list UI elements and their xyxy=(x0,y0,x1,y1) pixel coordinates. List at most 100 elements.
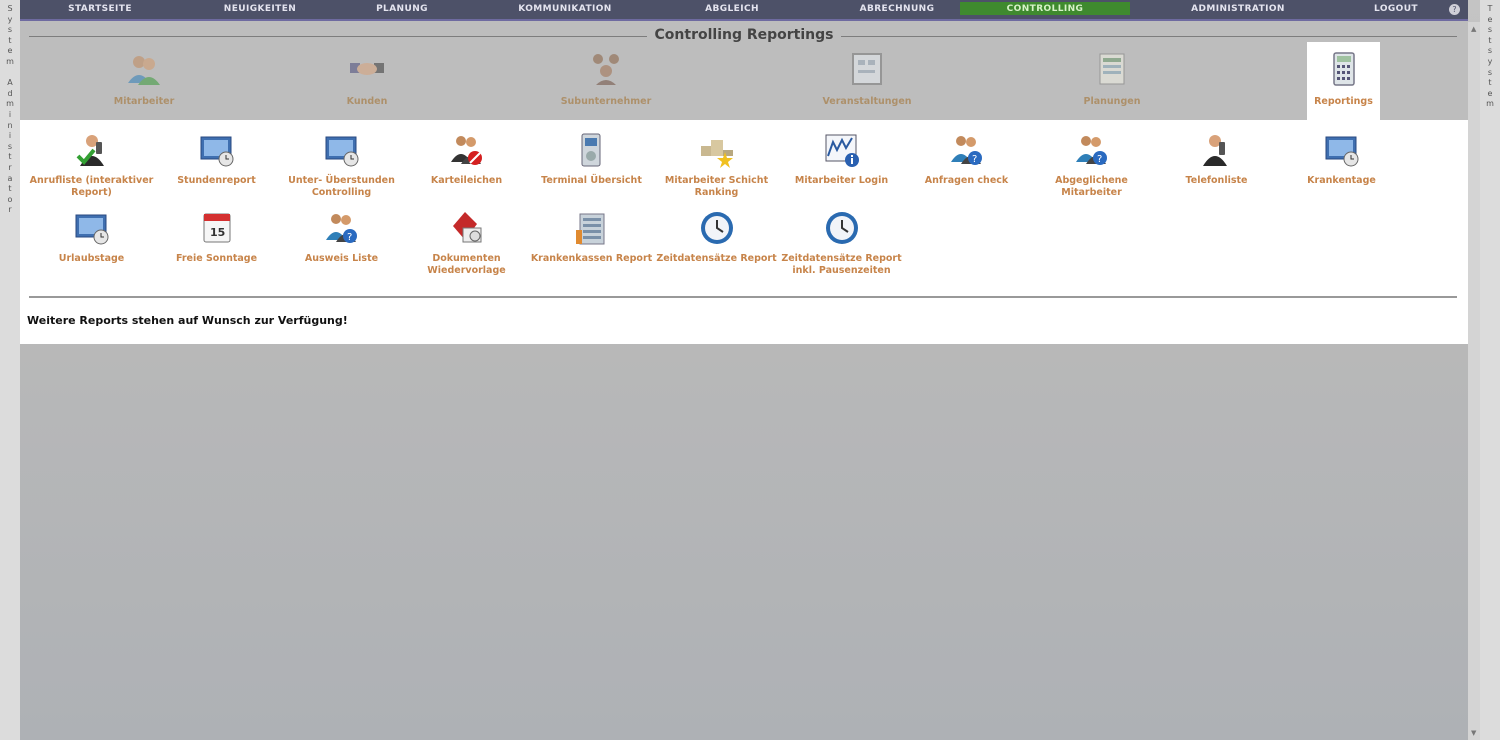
report-label: Krankentage xyxy=(1307,175,1376,186)
report-dokumenten-wiedervorlage[interactable]: Dokumenten Wiedervorlage xyxy=(404,210,529,277)
report-stundenreport[interactable]: Stundenreport xyxy=(154,132,279,187)
calculator-icon xyxy=(1332,52,1355,86)
report-freie-sonntage[interactable]: 15 Freie Sonntage xyxy=(154,210,279,265)
nav-abgleich[interactable]: ABGLEICH xyxy=(652,4,812,14)
nav-kommunikation[interactable]: KOMMUNIKATION xyxy=(485,4,645,14)
system-name-letter: y xyxy=(1487,56,1493,66)
user-name-letter: r xyxy=(8,205,12,215)
users-question-icon: ? xyxy=(1075,136,1107,165)
calendar-15-icon: 15 xyxy=(203,213,230,243)
category-subunternehmer[interactable]: Subunternehmer xyxy=(546,51,666,107)
user-name-letter: s xyxy=(7,141,13,151)
user-name-letter xyxy=(9,68,12,79)
system-name-letter: e xyxy=(1487,88,1493,98)
report-zeitdatensaetze-pausen[interactable]: Zeitdatensätze Report inkl. Pausenzeiten xyxy=(779,210,904,277)
nav-controlling[interactable]: CONTROLLING xyxy=(960,2,1130,15)
report-label: Karteileichen xyxy=(430,175,503,186)
clock-report-icon xyxy=(825,212,858,244)
clock-report-icon xyxy=(700,212,733,244)
user-name-letter: t xyxy=(8,152,12,162)
report-unter-ueberstunden[interactable]: Unter- Überstunden Controlling xyxy=(279,132,404,199)
monitor-clock-icon xyxy=(1325,136,1358,167)
monitor-clock-icon xyxy=(75,214,108,245)
category-label: Reportings xyxy=(1314,96,1373,107)
user-name-letter: d xyxy=(7,88,13,98)
report-terminal-uebersicht[interactable]: Terminal Übersicht xyxy=(529,132,654,187)
system-name-letter: s xyxy=(1487,46,1493,56)
scroll-down-icon[interactable]: ▼ xyxy=(1471,729,1476,737)
page-title: Controlling Reportings xyxy=(646,27,842,43)
report-krankenkassen[interactable]: Krankenkassen Report xyxy=(529,210,654,265)
phone-user-icon xyxy=(1202,135,1227,166)
user-name-letter: y xyxy=(7,14,13,24)
report-mitarbeiter-login[interactable]: Mitarbeiter Login xyxy=(779,132,904,187)
user-name-letter: i xyxy=(8,131,12,141)
event-board-icon xyxy=(852,53,882,85)
category-label: Subunternehmer xyxy=(560,96,652,107)
report-label: Zeitdatensätze Report xyxy=(656,253,777,264)
user-name-letter: s xyxy=(7,25,13,35)
user-name-letter: r xyxy=(8,162,12,172)
report-zeitdatensaetze[interactable]: Zeitdatensätze Report xyxy=(654,210,779,265)
footnote: Weitere Reports stehen auf Wunsch zur Ve… xyxy=(27,314,348,327)
user-name-letter: t xyxy=(8,184,12,194)
user-name-letter: i xyxy=(8,109,12,119)
system-name-letter: e xyxy=(1487,14,1493,24)
category-planungen[interactable]: Planungen xyxy=(1052,51,1172,107)
user-name-letter: t xyxy=(8,35,12,45)
terminal-icon xyxy=(581,133,600,167)
svg-text:?: ? xyxy=(1097,154,1102,165)
report-label: Mitarbeiter Schicht Ranking xyxy=(664,175,769,198)
category-header: Controlling Reportings Mitarbeiter Kunde… xyxy=(20,21,1468,120)
user-name-letter: S xyxy=(7,4,13,13)
monitor-clock-icon xyxy=(200,136,233,167)
user-name-letter: e xyxy=(7,46,13,56)
chart-info-icon xyxy=(825,134,859,167)
report-label: Terminal Übersicht xyxy=(541,175,642,186)
scroll-up-icon[interactable]: ▲ xyxy=(1471,25,1476,33)
nav-planung[interactable]: PLANUNG xyxy=(322,4,482,14)
report-abgeglichene-mitarbeiter[interactable]: ? Abgeglichene Mitarbeiter xyxy=(1029,132,1154,199)
report-ausweis-liste[interactable]: ? Ausweis Liste xyxy=(279,210,404,265)
user-name-letter: m xyxy=(6,56,14,66)
nav-neuigkeiten[interactable]: NEUIGKEITEN xyxy=(180,4,340,14)
user-name-letter: A xyxy=(7,78,13,88)
category-label: Planungen xyxy=(1083,96,1141,107)
subcontractor-icon xyxy=(593,54,619,85)
report-label: Abgeglichene Mitarbeiter xyxy=(1055,175,1128,198)
svg-text:15: 15 xyxy=(210,226,225,239)
scrollbar[interactable]: ▲ ▼ xyxy=(1468,22,1480,740)
category-reportings[interactable]: Reportings xyxy=(1307,42,1380,120)
system-name-letter: t xyxy=(1488,78,1492,88)
help-icon[interactable]: ? xyxy=(1449,4,1460,15)
planning-sheet-icon xyxy=(1099,53,1125,85)
users-forbidden-icon xyxy=(450,136,482,165)
category-veranstaltungen[interactable]: Veranstaltungen xyxy=(807,51,927,107)
report-telefonliste[interactable]: Telefonliste xyxy=(1154,132,1279,187)
report-label: Freie Sonntage xyxy=(175,253,258,264)
nav-startseite[interactable]: STARTSEITE xyxy=(20,4,180,14)
ranking-star-icon xyxy=(700,140,733,168)
category-mitarbeiter[interactable]: Mitarbeiter xyxy=(84,51,204,107)
users-question-icon: ? xyxy=(325,214,357,243)
report-anrufliste[interactable]: Anrufliste (interaktiver Report) xyxy=(29,132,154,199)
system-name-letter: s xyxy=(1487,67,1493,77)
category-kunden[interactable]: Kunden xyxy=(307,51,427,107)
report-label: Telefonliste xyxy=(1185,175,1248,186)
category-label: Veranstaltungen xyxy=(822,96,912,107)
system-name-letter: T xyxy=(1487,4,1493,13)
report-label: Anfragen check xyxy=(924,175,1009,186)
report-label: Zeitdatensätze Report inkl. Pausenzeiten xyxy=(781,253,902,276)
people-icon xyxy=(128,56,160,85)
report-anfragen-check[interactable]: ? Anfragen check xyxy=(904,132,1029,187)
category-label: Kunden xyxy=(346,96,388,107)
nav-abrechnung[interactable]: ABRECHNUNG xyxy=(817,4,977,14)
report-schicht-ranking[interactable]: Mitarbeiter Schicht Ranking xyxy=(654,132,779,199)
report-urlaubstage[interactable]: Urlaubstage xyxy=(29,210,154,265)
nav-administration[interactable]: ADMINISTRATION xyxy=(1158,4,1318,14)
report-karteileichen[interactable]: Karteileichen xyxy=(404,132,529,187)
report-krankentage[interactable]: Krankentage xyxy=(1279,132,1404,187)
user-name-letter: o xyxy=(7,194,13,204)
report-label: Mitarbeiter Login xyxy=(794,175,889,186)
user-name-letter: m xyxy=(6,99,14,109)
